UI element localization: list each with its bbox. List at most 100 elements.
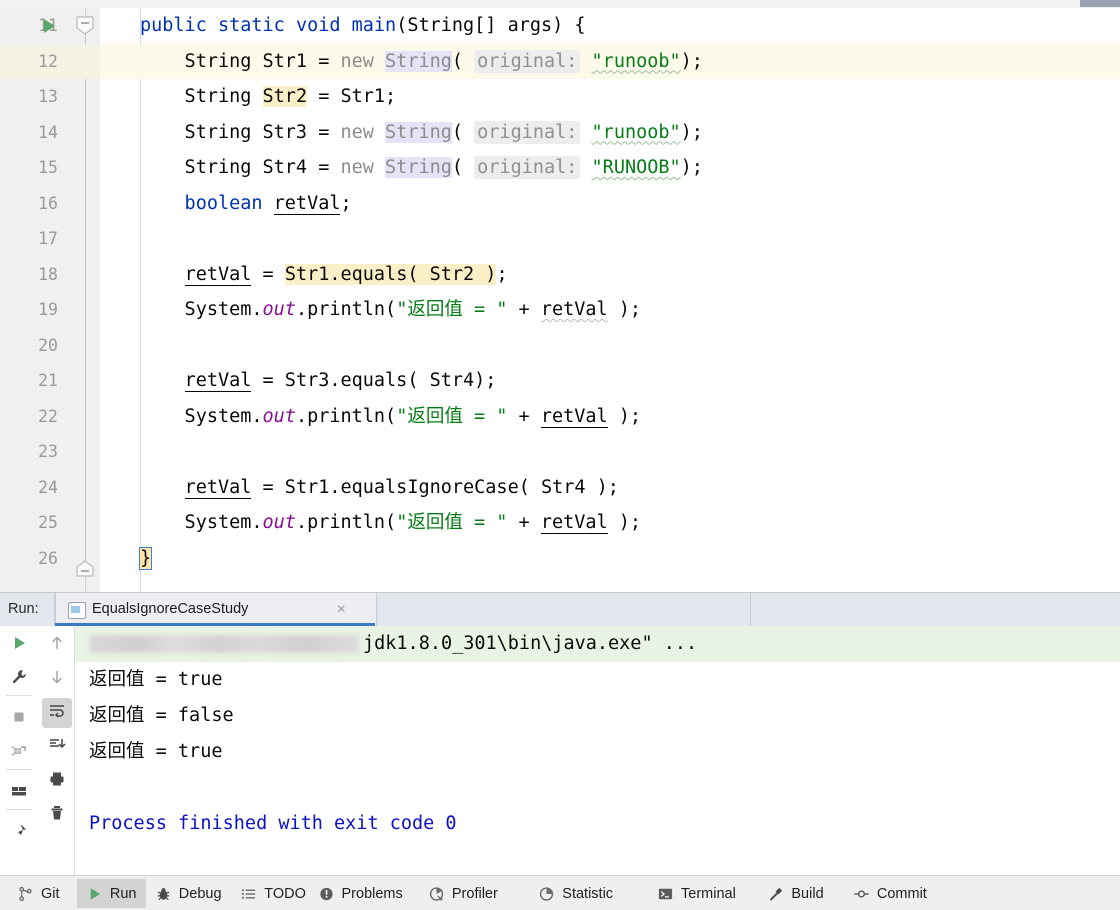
code-line[interactable]: 15 String Str4 = new String( original: "… bbox=[0, 150, 1120, 186]
code-line[interactable]: 21 retVal = Str3.equals( Str4); bbox=[0, 363, 1120, 399]
soft-wrap-button[interactable] bbox=[42, 698, 72, 728]
line-number: 24 bbox=[38, 477, 58, 497]
line-number: 14 bbox=[38, 122, 58, 142]
scroll-end-button[interactable] bbox=[42, 732, 72, 762]
status-bar-item-profiler[interactable]: Profiler bbox=[419, 879, 507, 908]
pin-button[interactable] bbox=[4, 818, 34, 848]
terminal-icon bbox=[657, 885, 674, 902]
code-token: static bbox=[217, 15, 296, 36]
code-line[interactable]: 23 bbox=[0, 434, 1120, 470]
rerun-failed-button[interactable] bbox=[4, 738, 34, 768]
code-token: out bbox=[262, 405, 296, 427]
code-text: retVal = Str3.equals( Str4); bbox=[140, 363, 496, 399]
line-number: 18 bbox=[38, 264, 58, 284]
status-bar-item-label: Commit bbox=[876, 885, 927, 902]
process-finished-line: Process finished with exit code 0 bbox=[89, 813, 457, 834]
code-token: main bbox=[351, 15, 397, 36]
code-token: (String[] args) { bbox=[396, 15, 586, 36]
console-output[interactable]: jdk1.8.0_301\bin\java.exe" ... 返回值 = tru… bbox=[75, 626, 1120, 876]
status-bar-item-problems[interactable]: Problems bbox=[309, 879, 412, 908]
run-config-tab[interactable]: EqualsIgnoreCaseStudy × bbox=[55, 593, 377, 626]
code-editor[interactable]: 11 public static void main(String[] args)… bbox=[0, 8, 1120, 592]
code-line[interactable]: 19 System.out.println("返回值 = " + retVal … bbox=[0, 292, 1120, 328]
down-button[interactable] bbox=[42, 664, 72, 694]
scroll-end-icon bbox=[48, 736, 66, 759]
code-line[interactable]: 14 String Str3 = new String( original: "… bbox=[0, 115, 1120, 151]
line-number: 17 bbox=[38, 229, 58, 248]
close-icon[interactable]: × bbox=[337, 593, 346, 626]
code-line[interactable]: 12 String Str1 = new String( original: "… bbox=[0, 43, 1120, 79]
header-divider-right bbox=[750, 593, 751, 626]
run-gutter-icon[interactable] bbox=[44, 19, 55, 33]
status-bar-item-label: Problems bbox=[341, 885, 403, 902]
code-line[interactable]: 25 System.out.println("返回值 = " + retVal … bbox=[0, 505, 1120, 541]
code-token: System. bbox=[140, 299, 263, 320]
code-token: ); bbox=[607, 512, 642, 533]
status-bar-item-run[interactable]: Run bbox=[76, 879, 146, 908]
status-bar-item-statistic[interactable]: Statistic bbox=[529, 879, 622, 908]
clear-all-button[interactable] bbox=[42, 800, 72, 830]
code-token: .println( bbox=[295, 512, 397, 533]
code-token: ); bbox=[607, 299, 642, 320]
code-token: .println( bbox=[295, 299, 397, 320]
code-token: "runoob" bbox=[591, 121, 681, 143]
fold-end-icon[interactable] bbox=[74, 560, 96, 578]
settings-button[interactable] bbox=[4, 664, 34, 694]
layout-button[interactable] bbox=[4, 778, 34, 808]
code-line[interactable]: 22 System.out.println("返回值 = " + retVal … bbox=[0, 399, 1120, 435]
fold-collapse-icon[interactable] bbox=[74, 16, 96, 36]
status-bar-item-debug[interactable]: Debug bbox=[146, 879, 231, 908]
status-bar-item-build[interactable]: Build bbox=[758, 879, 832, 908]
status-bar-item-todo[interactable]: TODO bbox=[231, 879, 315, 908]
code-text: System.out.println("返回值 = " + retVal ); bbox=[140, 292, 642, 328]
code-line[interactable]: 16 boolean retVal; bbox=[0, 186, 1120, 222]
code-line[interactable]: 11 public static void main(String[] args)… bbox=[0, 8, 1120, 44]
run-tool-window: Run: EqualsIgnoreCaseStudy × jdk1.8.0_30… bbox=[0, 592, 1120, 876]
toolbar-divider bbox=[6, 769, 32, 770]
code-token: ; bbox=[340, 192, 352, 214]
trash-icon bbox=[48, 804, 66, 827]
horizontal-scroll-thumb[interactable] bbox=[1080, 0, 1120, 7]
run-label: Run: bbox=[8, 601, 39, 617]
up-button[interactable] bbox=[42, 630, 72, 660]
code-line[interactable]: 13 String Str2 = Str1; bbox=[0, 79, 1120, 115]
print-button[interactable] bbox=[42, 766, 72, 796]
code-token: public bbox=[140, 15, 218, 36]
code-text: retVal = Str1.equals( Str2 ); bbox=[140, 257, 508, 293]
status-bar: Git Run Debug TODO Problems Profiler Statistic… bbox=[0, 875, 1120, 910]
status-bar-item-git[interactable]: Git bbox=[8, 879, 69, 908]
code-line[interactable]: 17 bbox=[0, 221, 1120, 257]
code-line[interactable]: 24 retVal = Str1.equalsIgnoreCase( Str4 … bbox=[0, 470, 1120, 506]
code-token: ( bbox=[451, 121, 475, 143]
line-number: 15 bbox=[38, 158, 58, 177]
status-bar-item-terminal[interactable]: Terminal bbox=[648, 879, 745, 908]
status-bar-item-label: Build bbox=[791, 885, 824, 902]
status-bar-item-commit[interactable]: Commit bbox=[844, 879, 936, 908]
console-line: 返回值 = false bbox=[89, 705, 234, 726]
command-line-text: jdk1.8.0_301\bin\java.exe" ... bbox=[363, 633, 698, 654]
code-token: String bbox=[385, 50, 452, 72]
code-line[interactable]: 18 retVal = Str1.equals( Str2 ); bbox=[0, 257, 1120, 293]
status-bar-item-label: TODO bbox=[264, 885, 306, 902]
code-text: } bbox=[138, 541, 153, 577]
line-number: 19 bbox=[38, 300, 58, 319]
code-token: Str1.equals( Str2 ) bbox=[284, 263, 497, 285]
code-line[interactable]: 26} bbox=[0, 541, 1120, 577]
pie-icon bbox=[538, 885, 555, 902]
profiler-icon bbox=[428, 885, 445, 902]
code-token: out bbox=[262, 512, 296, 533]
code-token: "返回值 = " bbox=[396, 512, 508, 533]
status-bar-item-label: Terminal bbox=[681, 885, 736, 902]
stop-button[interactable] bbox=[4, 704, 34, 734]
run-config-tab-label: EqualsIgnoreCaseStudy bbox=[92, 601, 249, 617]
rerun-button[interactable] bbox=[4, 630, 34, 660]
console-line: 返回值 = true bbox=[89, 669, 223, 690]
command-line: jdk1.8.0_301\bin\java.exe" ... bbox=[89, 626, 697, 662]
line-number: 25 bbox=[38, 513, 58, 532]
code-line[interactable]: 20 bbox=[0, 328, 1120, 364]
code-text: boolean retVal; bbox=[140, 186, 352, 222]
